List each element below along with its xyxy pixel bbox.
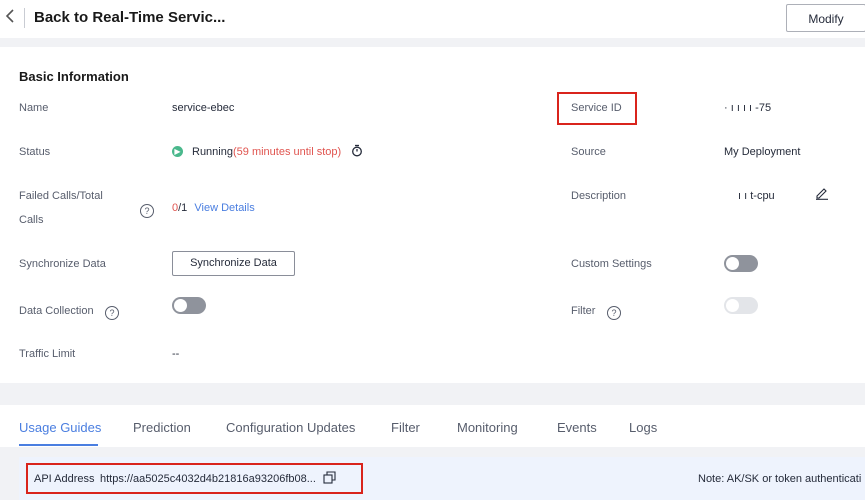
status-text: Running(59 minutes until stop) [192,146,341,158]
data-collection-label: Data Collection [19,305,94,317]
traffic-limit-value: -- [172,348,180,360]
data-collection-toggle[interactable] [172,297,206,314]
tab-filter[interactable]: Filter [391,420,420,435]
status-label: Status [19,146,51,158]
name-label: Name [19,102,49,114]
status-value: Running [192,146,233,158]
filter-toggle[interactable] [724,297,758,314]
status-countdown: (59 minutes until stop) [232,146,342,158]
page-title: Back to Real-Time Servic... [34,9,226,26]
running-status-icon: ▶ [172,146,183,157]
header-divider [24,8,25,28]
tab-logs[interactable]: Logs [629,420,657,435]
basic-info-card [0,47,865,383]
custom-settings-label: Custom Settings [571,258,652,270]
help-icon[interactable]: ? [140,201,154,219]
auth-note: Note: AK/SK or token authenticati [698,473,862,485]
synchronize-data-button[interactable]: Synchronize Data [172,251,295,276]
api-address-label: API Address [34,473,95,485]
help-icon[interactable]: ? [105,303,119,321]
description-value: ı ı t-cpu [738,190,775,202]
failed-calls-value: 0/1 View Details [172,202,255,214]
tab-configuration-updates[interactable]: Configuration Updates [226,420,355,435]
source-value: My Deployment [724,146,801,158]
tab-usage-guides[interactable]: Usage Guides [19,420,101,435]
failed-calls-label: Failed Calls/Total [19,190,103,202]
tab-prediction[interactable]: Prediction [133,420,191,435]
section-title: Basic Information [19,69,129,84]
description-label: Description [571,190,627,202]
tab-bar [0,405,865,447]
failed-calls-label-line2: Calls [19,214,44,226]
tab-events[interactable]: Events [557,420,597,435]
modify-button[interactable]: Modify [786,4,865,32]
filter-label: Filter [571,305,596,317]
copy-icon[interactable] [323,471,336,489]
service-id-label: Service ID [571,102,622,114]
service-id-value: · ı ı ı ı -75 [724,102,772,114]
api-address-url: https://aa5025c4032d4b21816a93206fb08... [100,473,316,485]
synchronize-data-label: Synchronize Data [19,258,106,270]
tab-monitoring[interactable]: Monitoring [457,420,518,435]
total-calls-count: /1 [178,202,188,214]
active-tab-indicator [19,444,98,446]
custom-settings-toggle[interactable] [724,255,758,272]
timer-icon[interactable] [351,144,363,162]
name-value: service-ebec [172,102,235,114]
view-details-link[interactable]: View Details [194,202,254,214]
edit-icon[interactable] [815,186,829,205]
help-icon[interactable]: ? [607,303,621,321]
traffic-limit-label: Traffic Limit [19,348,76,360]
source-label: Source [571,146,606,158]
chevron-left-icon[interactable] [4,8,20,28]
